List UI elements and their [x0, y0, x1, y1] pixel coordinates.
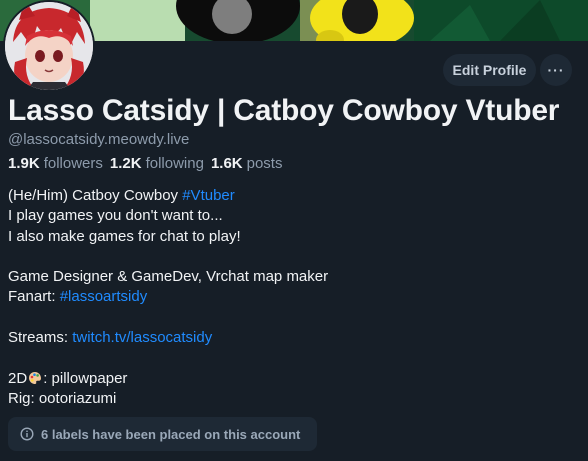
followers-stat[interactable]: 1.9K followers: [8, 155, 103, 172]
followers-count: 1.9K: [8, 155, 40, 172]
bio-text: 2D: [8, 369, 28, 387]
posts-stat: 1.6K posts: [211, 155, 283, 172]
profile-handle: @lassocatsidy.meowdy.live: [8, 131, 190, 148]
bio-spacer: [8, 308, 328, 328]
bio-text: Fanart:: [8, 288, 60, 306]
bio-line: Rig: ootoriazumi: [8, 389, 117, 407]
following-label: following: [145, 155, 204, 172]
vtuber-hashtag-link[interactable]: #Vtuber: [182, 187, 235, 204]
bio-spacer: [8, 348, 328, 368]
twitch-link[interactable]: twitch.tv/lassocatsidy: [72, 329, 212, 346]
info-circle-icon: [20, 427, 34, 441]
profile-bio: (He/Him) Catboy Cowboy #Vtuber I play ga…: [8, 186, 328, 409]
bio-line: (He/Him) Catboy Cowboy #Vtuber: [8, 186, 328, 206]
bio-line: I play games you don't want to...: [8, 207, 223, 225]
bio-line: 2D : pillowpaper: [8, 369, 328, 389]
profile-avatar[interactable]: [3, 0, 95, 92]
following-stat[interactable]: 1.2K following: [110, 155, 204, 172]
bio-text: Streams:: [8, 329, 73, 347]
bio-line: Fanart: #lassoartsidy: [8, 287, 328, 307]
ellipsis-icon: ···: [547, 62, 565, 78]
following-count: 1.2K: [109, 155, 142, 172]
profile-stats: 1.9K followers 1.2K following 1.6K posts: [8, 155, 282, 172]
account-labels-notice[interactable]: 6 labels have been placed on this accoun…: [8, 417, 317, 451]
bio-line: I also make games for chat to play!: [8, 227, 241, 245]
more-options-button[interactable]: ···: [540, 54, 572, 86]
display-name: Lasso Catsidy | Catboy Cowboy Vtuber: [8, 94, 560, 127]
bio-text: : pillowpaper: [43, 369, 128, 387]
bio-spacer: [8, 247, 328, 267]
followers-label: followers: [43, 155, 103, 172]
bio-line: Streams: twitch.tv/lassocatsidy: [8, 328, 328, 348]
edit-profile-button[interactable]: Edit Profile: [443, 54, 536, 86]
posts-label: posts: [246, 155, 283, 172]
artist-palette-icon: [29, 371, 42, 384]
labels-notice-text: 6 labels have been placed on this accoun…: [41, 426, 301, 442]
bio-text: (He/Him) Catboy Cowboy: [8, 187, 183, 204]
posts-count: 1.6K: [210, 155, 243, 172]
fanart-hashtag-link[interactable]: #lassoartsidy: [60, 288, 148, 305]
bio-line: Game Designer & GameDev, Vrchat map make…: [8, 268, 329, 286]
